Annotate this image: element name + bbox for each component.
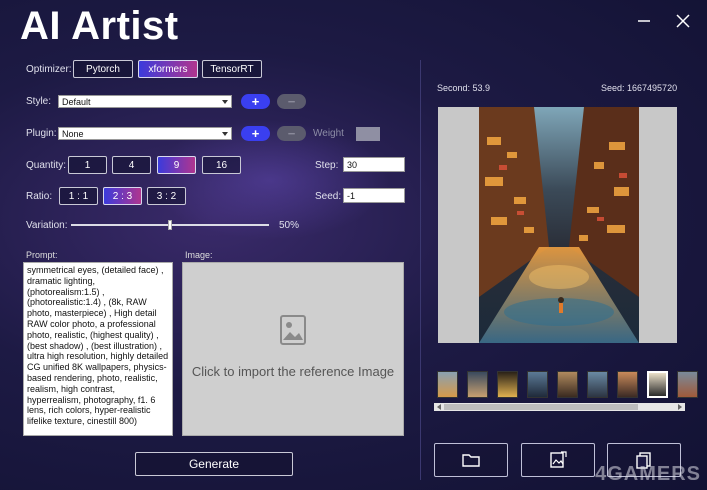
quantity-16-button[interactable]: 16 (202, 156, 241, 174)
scroll-right-icon[interactable] (676, 403, 684, 411)
prompt-textarea[interactable]: symmetrical eyes, (detailed face) , dram… (23, 262, 173, 436)
ratio-3-2-button[interactable]: 3 : 2 (147, 187, 186, 205)
quantity-4-button[interactable]: 4 (112, 156, 151, 174)
optimizer-tensorrt-button[interactable]: TensorRT (202, 60, 262, 78)
preview-frame (438, 107, 677, 343)
thumbnail-item[interactable] (557, 371, 578, 398)
thumbnail-item[interactable] (647, 371, 668, 398)
chevron-down-icon (222, 100, 228, 104)
result-seed: Seed: 1667495720 (601, 83, 678, 93)
scrollbar-thumb[interactable] (444, 404, 638, 410)
add-plugin-button[interactable]: + (241, 126, 270, 141)
minimize-icon (638, 20, 650, 22)
minimize-button[interactable] (633, 10, 655, 32)
export-image-button[interactable] (521, 443, 595, 477)
remove-style-button[interactable]: − (277, 94, 306, 109)
image-icon (280, 315, 306, 345)
plugin-select[interactable]: None (58, 127, 232, 140)
panel-divider (420, 60, 421, 480)
generated-image[interactable] (479, 107, 639, 343)
plugin-label: Plugin: (26, 128, 57, 139)
quantity-1-button[interactable]: 1 (68, 156, 107, 174)
thumbnail-item[interactable] (437, 371, 458, 398)
style-select-value: Default (62, 96, 91, 107)
ratio-2-3-button[interactable]: 2 : 3 (103, 187, 142, 205)
close-button[interactable] (672, 10, 694, 32)
prompt-label: Prompt: (26, 250, 58, 260)
chevron-down-icon (222, 132, 228, 136)
plugin-select-value: None (62, 128, 84, 139)
quantity-label: Quantity: (26, 160, 67, 171)
thumbnail-item[interactable] (527, 371, 548, 398)
plus-icon: + (251, 94, 260, 109)
ratio-1-1-button[interactable]: 1 : 1 (59, 187, 98, 205)
thumbnail-item[interactable] (497, 371, 518, 398)
generation-time: Second: 53.9 (437, 83, 491, 93)
app-title: AI Artist (20, 4, 179, 48)
weight-label: Weight (313, 128, 344, 139)
thumbnail-scrollbar[interactable] (434, 403, 685, 411)
quantity-9-button[interactable]: 9 (157, 156, 196, 174)
export-image-icon (550, 451, 567, 468)
seed-label: Seed: (315, 191, 342, 202)
generate-button[interactable]: Generate (135, 452, 293, 476)
watermark: 4GAMERS (595, 463, 701, 485)
add-style-button[interactable]: + (241, 94, 270, 109)
seed-input[interactable]: -1 (343, 188, 405, 203)
close-icon (676, 14, 690, 28)
variation-slider-thumb[interactable] (168, 220, 172, 230)
variation-slider-track[interactable] (71, 220, 269, 230)
variation-value: 50% (279, 220, 300, 231)
variation-label: Variation: (26, 220, 68, 231)
weight-input[interactable] (356, 127, 380, 141)
step-label: Step: (315, 160, 339, 171)
thumbnail-item[interactable] (467, 371, 488, 398)
minus-icon: − (287, 94, 296, 109)
thumbnail-item[interactable] (587, 371, 608, 398)
ratio-label: Ratio: (26, 191, 53, 202)
style-select[interactable]: Default (58, 95, 232, 108)
optimizer-xformers-button[interactable]: xformers (138, 60, 198, 78)
image-import-placeholder: Click to import the reference Image (191, 364, 395, 379)
image-label: Image: (185, 250, 213, 260)
thumbnail-item[interactable] (677, 371, 698, 398)
scroll-left-icon[interactable] (435, 403, 443, 411)
open-folder-icon (462, 454, 480, 467)
remove-plugin-button[interactable]: − (277, 126, 306, 141)
step-input[interactable]: 30 (343, 157, 405, 172)
image-import-area[interactable]: Click to import the reference Image (182, 262, 404, 436)
plus-icon: + (251, 126, 260, 141)
style-label: Style: (26, 96, 52, 107)
minus-icon: − (287, 126, 296, 141)
open-folder-button[interactable] (434, 443, 508, 477)
optimizer-label: Optimizer: (26, 64, 72, 75)
optimizer-pytorch-button[interactable]: Pytorch (73, 60, 133, 78)
thumbnail-item[interactable] (617, 371, 638, 398)
